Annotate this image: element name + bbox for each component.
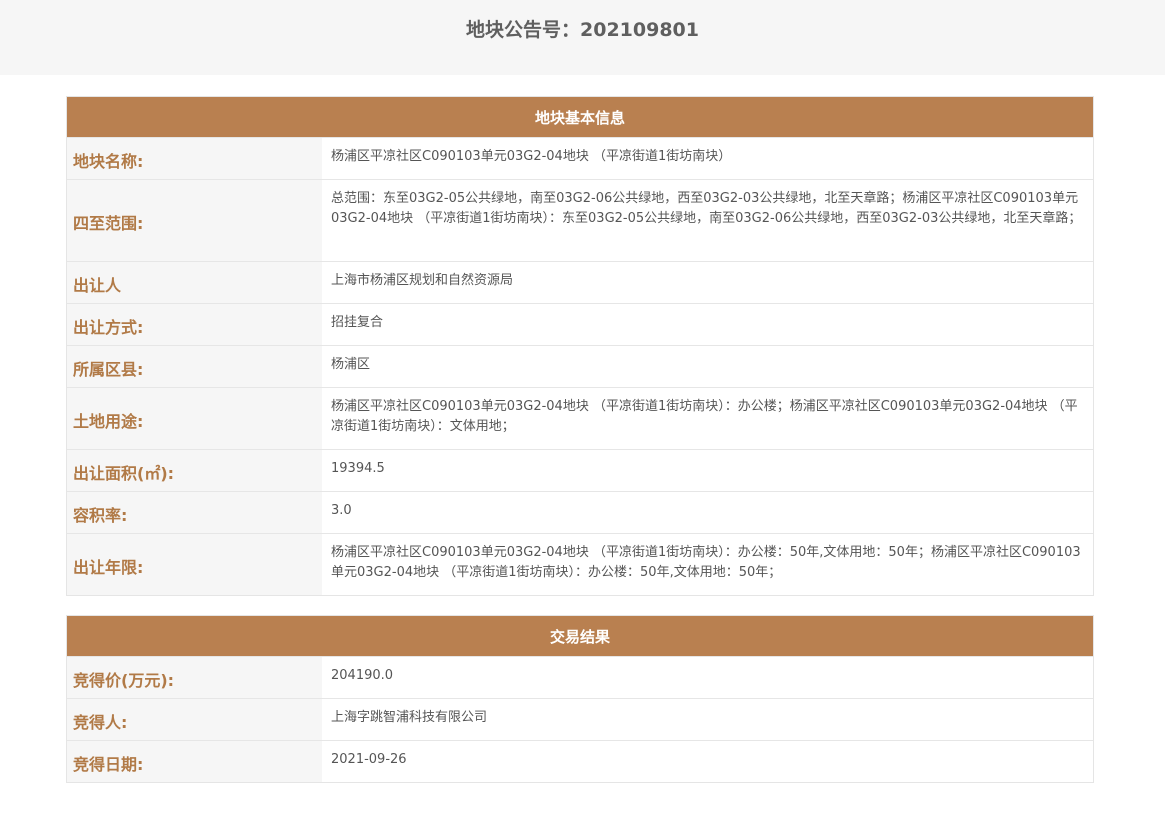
row-label: 出让人: [67, 262, 322, 303]
basic-info-section: 地块基本信息 地块名称: 杨浦区平凉社区C090103单元03G2-04地块 （…: [66, 96, 1094, 596]
info-row-district: 所属区县: 杨浦区: [67, 345, 1093, 387]
row-label: 竞得价(万元):: [67, 657, 322, 698]
row-value: 杨浦区平凉社区C090103单元03G2-04地块 （平凉街道1街坊南块）: [331, 149, 732, 164]
row-value: 杨浦区平凉社区C090103单元03G2-04地块 （平凉街道1街坊南块）：办公…: [331, 545, 1081, 580]
section-title: 地块基本信息: [67, 97, 1093, 137]
info-row-plot-ratio: 容积率: 3.0: [67, 491, 1093, 533]
row-label: 土地用途:: [67, 388, 322, 449]
info-row-plot-name: 地块名称: 杨浦区平凉社区C090103单元03G2-04地块 （平凉街道1街坊…: [67, 137, 1093, 179]
page-header: 地块公告号：202109801: [0, 0, 1165, 75]
row-value: 204190.0: [331, 668, 394, 683]
row-label: 四至范围:: [67, 180, 322, 261]
info-row-term: 出让年限: 杨浦区平凉社区C090103单元03G2-04地块 （平凉街道1街坊…: [67, 533, 1093, 595]
result-row-date: 竞得日期: 2021-09-26: [67, 740, 1093, 782]
row-value: 杨浦区平凉社区C090103单元03G2-04地块 （平凉街道1街坊南块）：办公…: [331, 399, 1078, 434]
row-value: 2021-09-26: [331, 752, 407, 767]
row-value: 上海字跳智浦科技有限公司: [331, 710, 488, 725]
info-row-boundaries: 四至范围: 总范围：东至03G2-05公共绿地，南至03G2-06公共绿地，西至…: [67, 179, 1093, 261]
row-label: 竞得日期:: [67, 741, 322, 782]
info-row-land-use: 土地用途: 杨浦区平凉社区C090103单元03G2-04地块 （平凉街道1街坊…: [67, 387, 1093, 449]
row-value: 上海市杨浦区规划和自然资源局: [331, 273, 514, 288]
row-label: 出让方式:: [67, 304, 322, 345]
row-label: 所属区县:: [67, 346, 322, 387]
section-title: 交易结果: [67, 616, 1093, 656]
row-label: 出让面积(㎡):: [67, 450, 322, 491]
row-label: 地块名称:: [67, 138, 322, 179]
info-row-area: 出让面积(㎡): 19394.5: [67, 449, 1093, 491]
row-label: 竞得人:: [67, 699, 322, 740]
row-value: 总范围：东至03G2-05公共绿地，南至03G2-06公共绿地，西至03G2-0…: [331, 191, 1082, 226]
row-label: 容积率:: [67, 492, 322, 533]
result-row-price: 竞得价(万元): 204190.0: [67, 656, 1093, 698]
page-title: 地块公告号：202109801: [466, 19, 699, 41]
row-label: 出让年限:: [67, 534, 322, 595]
result-row-winner: 竞得人: 上海字跳智浦科技有限公司: [67, 698, 1093, 740]
row-value: 19394.5: [331, 461, 385, 476]
row-value: 杨浦区: [331, 357, 371, 372]
info-row-method: 出让方式: 招挂复合: [67, 303, 1093, 345]
trade-result-section: 交易结果 竞得价(万元): 204190.0 竞得人: 上海字跳智浦科技有限公司…: [66, 615, 1094, 783]
row-value: 3.0: [331, 503, 352, 518]
info-row-grantor: 出让人 上海市杨浦区规划和自然资源局: [67, 261, 1093, 303]
row-value: 招挂复合: [331, 315, 384, 330]
